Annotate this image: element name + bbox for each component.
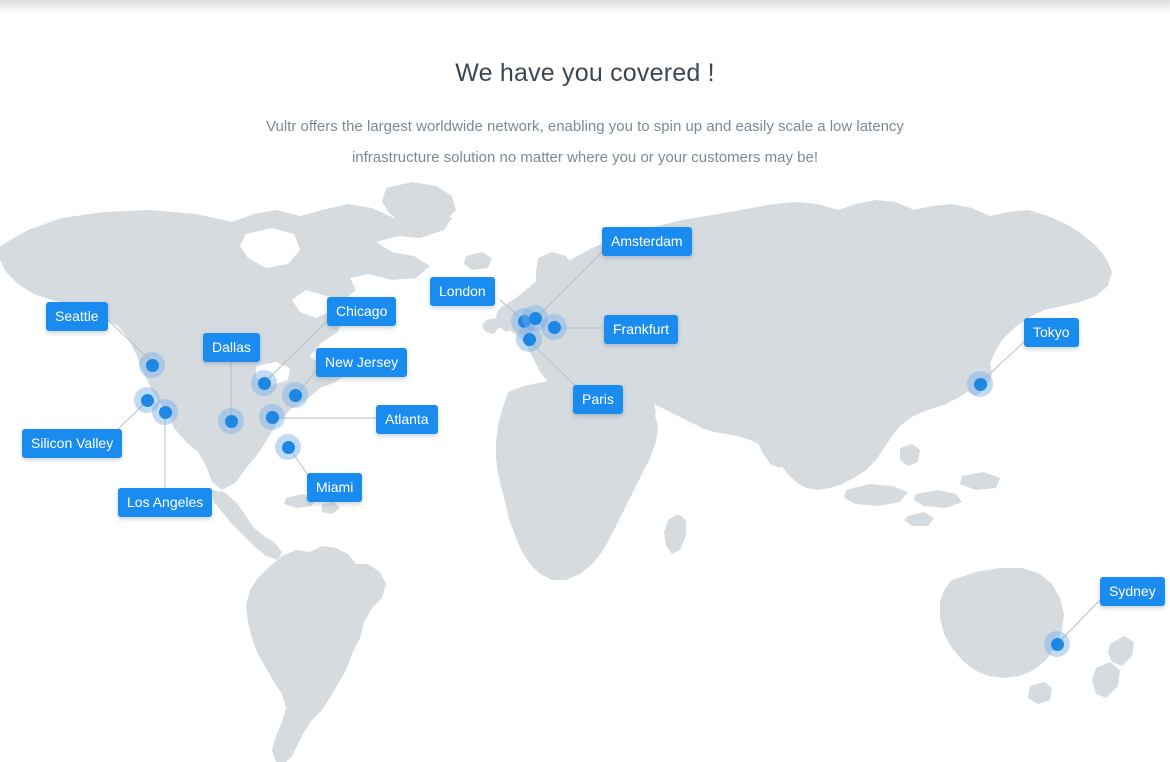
map-marker-chicago[interactable] [251, 370, 277, 396]
map-label-seattle[interactable]: Seattle [46, 302, 108, 331]
map-label-frankfurt[interactable]: Frankfurt [604, 315, 679, 344]
map-label-paris[interactable]: Paris [573, 385, 623, 414]
world-map-landmass [0, 182, 1134, 762]
map-marker-atlanta[interactable] [259, 404, 285, 430]
map-label-chicago[interactable]: Chicago [327, 297, 397, 326]
map-label-london[interactable]: London [430, 277, 495, 306]
map-label-tokyo[interactable]: Tokyo [1024, 318, 1079, 347]
map-marker-dallas[interactable] [218, 408, 244, 434]
map-label-new-jersey[interactable]: New Jersey [316, 348, 408, 377]
page-title: We have you covered ! [455, 58, 715, 87]
map-marker-paris[interactable] [516, 326, 542, 352]
network-map-section: We have you covered ! Vultr offers the l… [0, 0, 1170, 762]
map-label-los-angeles[interactable]: Los Angeles [118, 488, 213, 517]
map-marker-new-jersey[interactable] [282, 382, 308, 408]
map-marker-frankfurt[interactable] [541, 314, 567, 340]
section-top-divider [0, 0, 1170, 14]
map-label-atlanta[interactable]: Atlanta [376, 405, 438, 434]
map-marker-sydney[interactable] [1044, 631, 1070, 657]
map-label-sydney[interactable]: Sydney [1100, 577, 1165, 606]
map-label-silicon-valley[interactable]: Silicon Valley [22, 429, 123, 458]
map-marker-miami[interactable] [275, 434, 301, 460]
map-label-miami[interactable]: Miami [307, 473, 363, 502]
map-marker-seattle[interactable] [139, 352, 165, 378]
map-marker-tokyo[interactable] [967, 371, 993, 397]
map-marker-los-angeles[interactable] [152, 399, 178, 425]
map-label-dallas[interactable]: Dallas [203, 333, 260, 362]
map-label-amsterdam[interactable]: Amsterdam [602, 227, 692, 256]
world-map: Seattle Silicon Valley Los Angeles Dallas Ch… [0, 160, 1170, 762]
